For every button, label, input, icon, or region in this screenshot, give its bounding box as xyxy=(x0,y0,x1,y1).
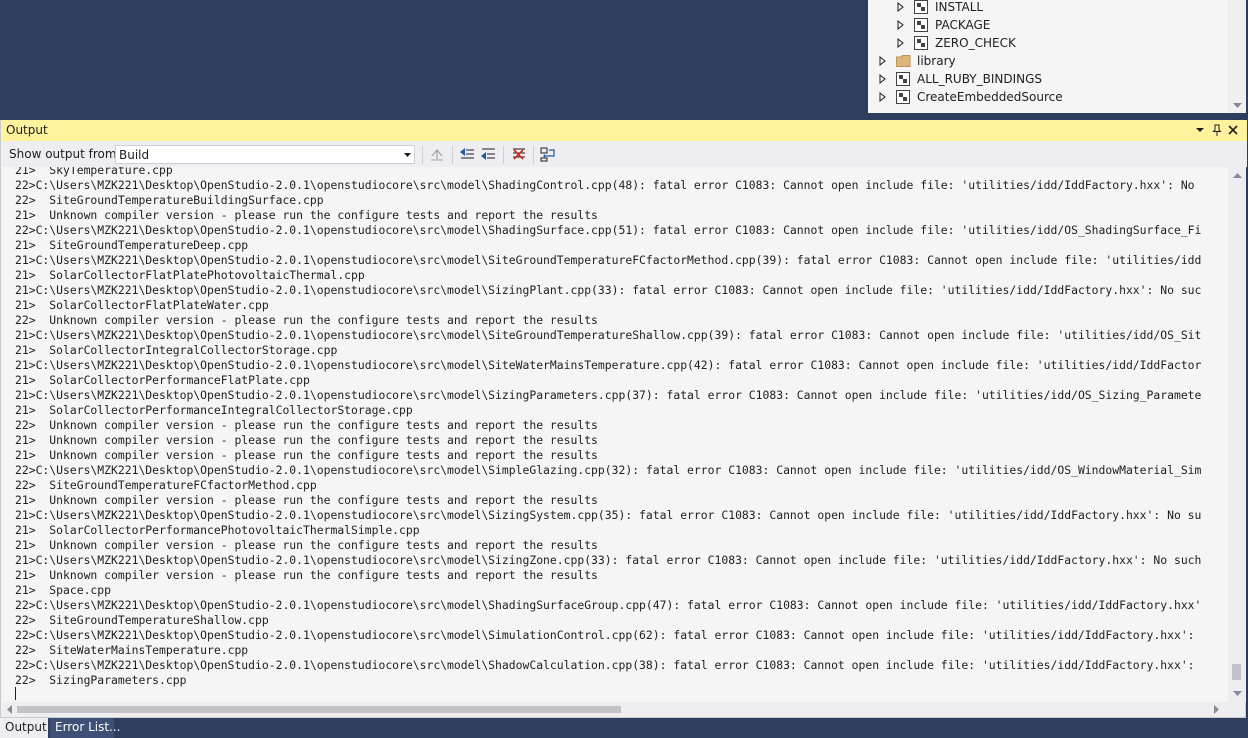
output-line: 22>C:\Users\MZK221\Desktop\OpenStudio-2.… xyxy=(15,463,1202,477)
cmake-target-icon xyxy=(914,0,928,14)
output-log: 21> SkyTemperature.cpp 22>C:\Users\MZK221… xyxy=(15,167,1201,688)
tree-item-library[interactable]: library xyxy=(878,52,956,70)
output-line: 21>C:\Users\MZK221\Desktop\OpenStudio-2.… xyxy=(15,283,1202,297)
tree-item-label: ZERO_CHECK xyxy=(935,36,1016,50)
output-panel: Output Show output from: Build 21> SkyTe… xyxy=(0,120,1247,718)
expand-arrow-icon[interactable] xyxy=(896,20,906,30)
output-line: 21> Unknown compiler version - please ru… xyxy=(15,538,598,552)
output-line: 22>C:\Users\MZK221\Desktop\OpenStudio-2.… xyxy=(15,223,1202,237)
tree-item-label: CreateEmbeddedSource xyxy=(917,90,1063,104)
toolbar-separator xyxy=(422,146,423,164)
tree-item-label: ALL_RUBY_BINDINGS xyxy=(917,72,1043,86)
output-line: 21> Unknown compiler version - please ru… xyxy=(15,433,598,447)
tree-item-label: library xyxy=(917,54,956,68)
output-line: 21> SolarCollectorPerformancePhotovoltai… xyxy=(15,523,420,537)
text-caret xyxy=(15,687,16,700)
output-line: 21> SolarCollectorFlatPlatePhotovoltaicT… xyxy=(15,268,365,282)
scroll-left-arrow-icon[interactable] xyxy=(6,705,12,714)
toggle-word-wrap-icon[interactable] xyxy=(539,145,557,163)
expand-arrow-icon[interactable] xyxy=(896,2,906,12)
pin-icon[interactable] xyxy=(1210,123,1224,137)
output-line: 21>C:\Users\MZK221\Desktop\OpenStudio-2.… xyxy=(15,253,1202,267)
output-line: 22> SiteWaterMainsTemperature.cpp xyxy=(15,643,249,657)
window-menu-dropdown-icon[interactable] xyxy=(1193,123,1207,137)
bottom-tab-strip: Output Error List... xyxy=(0,718,1248,738)
scroll-down-arrow-icon[interactable] xyxy=(1233,691,1242,697)
output-line: 21> Unknown compiler version - please ru… xyxy=(15,208,598,222)
output-line: 22>C:\Users\MZK221\Desktop\OpenStudio-2.… xyxy=(15,598,1202,612)
output-line: 22> SiteGroundTemperatureFCfactorMethod.… xyxy=(15,478,317,492)
output-line: 21> SolarCollectorFlatPlateWater.cpp xyxy=(15,298,269,312)
horizontal-scroll-thumb[interactable] xyxy=(17,706,621,713)
output-line: 22>C:\Users\MZK221\Desktop\OpenStudio-2.… xyxy=(15,178,1195,192)
tab-error-list[interactable]: Error List... xyxy=(50,718,120,738)
output-line: 21> SiteGroundTemperatureDeep.cpp xyxy=(15,238,249,252)
find-message-in-code-icon[interactable] xyxy=(428,145,446,163)
output-line: 21> SolarCollectorPerformanceIntegralCol… xyxy=(15,403,413,417)
tree-item-install[interactable]: INSTALL xyxy=(896,0,983,16)
close-icon[interactable] xyxy=(1226,123,1240,137)
toolbar-separator xyxy=(533,146,534,164)
cmake-target-icon xyxy=(896,72,910,86)
solution-explorer-tree: INSTALL PACKAGE ZERO_CHECK library ALL_R… xyxy=(868,0,1228,113)
output-line: 21>C:\Users\MZK221\Desktop\OpenStudio-2.… xyxy=(15,388,1202,402)
output-vertical-scrollbar[interactable] xyxy=(1229,167,1246,702)
tree-item-label: INSTALL xyxy=(935,0,984,14)
tree-item-label: PACKAGE xyxy=(935,18,991,32)
output-line: 21>C:\Users\MZK221\Desktop\OpenStudio-2.… xyxy=(15,358,1202,372)
output-line: 21> Unknown compiler version - please ru… xyxy=(15,448,598,462)
tree-item-package[interactable]: PACKAGE xyxy=(896,16,990,34)
output-source-value: Build xyxy=(119,148,150,162)
output-source-dropdown[interactable]: Build xyxy=(115,145,415,164)
cmake-target-icon xyxy=(914,18,928,32)
output-text-area[interactable]: 21> SkyTemperature.cpp 22>C:\Users\MZK221… xyxy=(2,167,1228,702)
output-line: 21> Unknown compiler version - please ru… xyxy=(15,493,598,507)
tree-item-zero-check[interactable]: ZERO_CHECK xyxy=(896,34,1016,52)
output-horizontal-scrollbar[interactable] xyxy=(2,702,1228,717)
tree-item-create-embedded-source[interactable]: CreateEmbeddedSource xyxy=(878,88,1063,106)
clear-all-icon[interactable] xyxy=(510,145,528,163)
expand-arrow-icon[interactable] xyxy=(878,92,888,102)
output-line: 21> SolarCollectorIntegralCollectorStora… xyxy=(15,343,338,357)
tab-output[interactable]: Output xyxy=(0,718,48,738)
show-output-from-label: Show output from: xyxy=(9,147,121,161)
output-line: 21> SolarCollectorPerformanceFlatPlate.c… xyxy=(15,373,310,387)
output-line: 21> SkyTemperature.cpp xyxy=(15,167,173,177)
go-to-previous-message-icon[interactable] xyxy=(458,145,476,163)
output-line: 22> SiteGroundTemperatureBuildingSurface… xyxy=(15,193,324,207)
folder-icon xyxy=(896,55,911,67)
panel-title: Output xyxy=(6,123,48,137)
output-line: 22> SiteGroundTemperatureShallow.cpp xyxy=(15,613,269,627)
toolbar-separator xyxy=(503,146,504,164)
output-line: 21> Space.cpp xyxy=(15,583,112,597)
expand-arrow-icon[interactable] xyxy=(878,74,888,84)
output-line: 22>C:\Users\MZK221\Desktop\OpenStudio-2.… xyxy=(15,628,1195,642)
output-toolbar: Show output from: Build xyxy=(1,141,1247,167)
tree-item-all-ruby-bindings[interactable]: ALL_RUBY_BINDINGS xyxy=(878,70,1042,88)
output-title-bar[interactable]: Output xyxy=(1,120,1247,141)
vertical-scroll-thumb[interactable] xyxy=(1232,664,1241,680)
scroll-up-arrow-icon[interactable] xyxy=(1233,172,1242,178)
go-to-next-message-icon[interactable] xyxy=(479,145,497,163)
cmake-target-icon xyxy=(896,90,910,104)
editor-background: INSTALL PACKAGE ZERO_CHECK library ALL_R… xyxy=(0,0,1248,120)
cmake-target-icon xyxy=(914,36,928,50)
scroll-down-arrow-icon[interactable] xyxy=(1233,103,1242,109)
toolbar-separator xyxy=(452,146,453,164)
chevron-down-icon xyxy=(404,153,411,157)
output-line: 21>C:\Users\MZK221\Desktop\OpenStudio-2.… xyxy=(15,328,1202,342)
output-line: 22> SizingParameters.cpp xyxy=(15,673,187,687)
output-line: 22> Unknown compiler version - please ru… xyxy=(15,313,598,327)
tree-vertical-scrollbar[interactable] xyxy=(1228,0,1246,113)
output-line: 21> Unknown compiler version - please ru… xyxy=(15,568,598,582)
output-line: 21>C:\Users\MZK221\Desktop\OpenStudio-2.… xyxy=(15,508,1202,522)
expand-arrow-icon[interactable] xyxy=(896,38,906,48)
output-line: 22>C:\Users\MZK221\Desktop\OpenStudio-2.… xyxy=(15,658,1195,672)
output-line: 21>C:\Users\MZK221\Desktop\OpenStudio-2.… xyxy=(15,553,1202,567)
scroll-right-arrow-icon[interactable] xyxy=(1214,705,1220,714)
output-line: 22> Unknown compiler version - please ru… xyxy=(15,418,598,432)
expand-arrow-icon[interactable] xyxy=(878,56,888,66)
